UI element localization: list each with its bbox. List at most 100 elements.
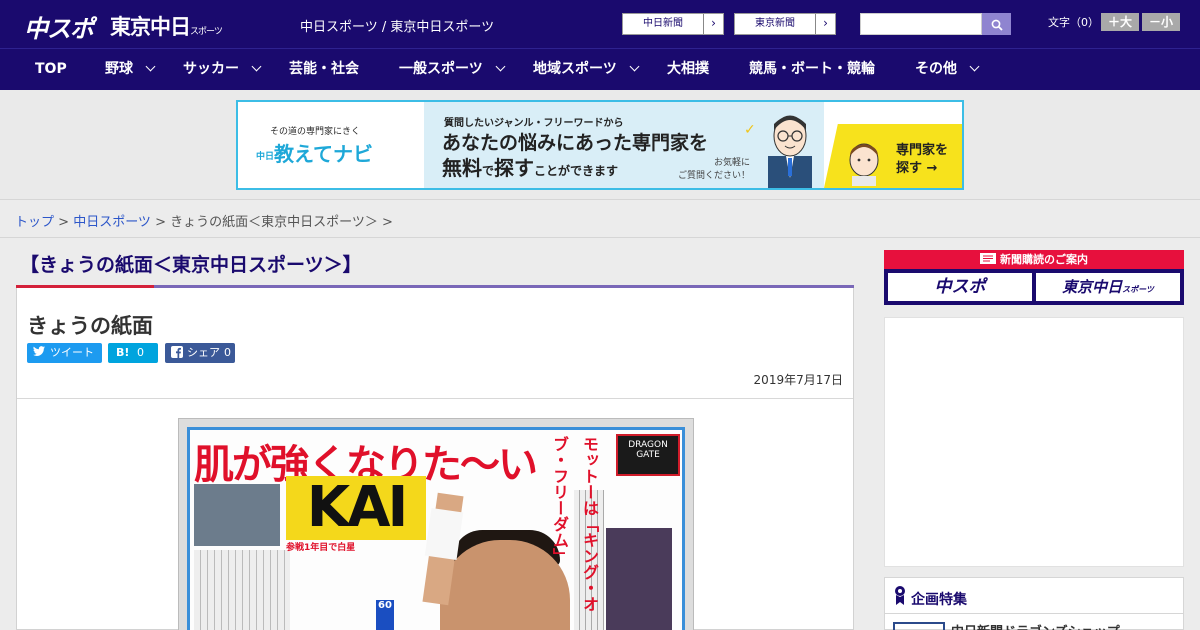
main-nav: TOP 野球 サッカー 芸能・社会 一般スポーツ 地域スポーツ 大相撲 競馬・ボ… xyxy=(0,48,1200,90)
font-size-label: 文字（0） xyxy=(1048,16,1099,29)
hatena-count: 0 xyxy=(137,346,144,359)
newspaper-photo-champion xyxy=(606,528,672,630)
ad-cta-text: 専門家を 探す → xyxy=(896,142,948,178)
article-divider xyxy=(17,398,853,399)
subscription-banner[interactable]: 新聞購読のご案内 中スポ 東京中日スポーツ xyxy=(884,250,1184,305)
feature-item-link[interactable]: 中日新聞ドラゴンズショップ xyxy=(951,621,1120,630)
chunichi-shimbun-button[interactable]: 中日新聞 › xyxy=(622,13,724,35)
site-header: 中スポ 東京中日スポーツ 中日スポーツ / 東京中日スポーツ 中日新聞 › 東京… xyxy=(0,0,1200,48)
chevron-right-icon: › xyxy=(703,14,723,34)
ad-line1: 質問したいジャンル・フリーワードから xyxy=(444,118,624,129)
search-input[interactable] xyxy=(860,13,982,35)
newspaper-sub: 参戦1年目で白星 xyxy=(286,543,356,553)
site-links[interactable]: 中日スポーツ / 東京中日スポーツ xyxy=(300,16,494,35)
breadcrumb-sep: > xyxy=(377,215,393,230)
tokyo-shimbun-button[interactable]: 東京新聞 › xyxy=(734,13,836,35)
share-label: シェア xyxy=(187,346,220,359)
font-larger-button[interactable]: ＋大 xyxy=(1101,13,1139,31)
chevron-down-icon xyxy=(969,61,980,72)
chevron-down-icon xyxy=(629,61,640,72)
chuspo-logo[interactable]: 中スポ xyxy=(24,9,94,44)
sub-btn-2-label: 東京中日 xyxy=(1062,278,1123,296)
nav-item-general-sports[interactable]: 一般スポーツ xyxy=(399,49,506,91)
nav-label: TOP xyxy=(35,61,67,77)
newspaper-front-page-image[interactable]: 肌が強くなりた〜い KAI 参戦1年目で白星 モットーは「キング・オブ・フリーダ… xyxy=(178,418,694,630)
nav-item-racing[interactable]: 競馬・ボート・競輪 xyxy=(749,49,875,91)
expert-illustration-icon xyxy=(768,115,812,188)
article-card: きょうの紙面 ツイート B! 0 シェア 0 2019年7月17日 肌が強くなり… xyxy=(16,288,854,630)
chevron-right-icon: › xyxy=(815,14,835,34)
ad-line2: あなたの悩みにあった専門家を xyxy=(442,132,709,154)
share-count: 0 xyxy=(224,346,231,359)
user-illustration-icon xyxy=(849,143,879,186)
chevron-down-icon xyxy=(145,61,156,72)
tweet-label: ツイート xyxy=(50,346,94,359)
ad-brand: 中日教えてナビ xyxy=(256,138,373,167)
subscription-label: 新聞購読のご案内 xyxy=(1000,253,1088,266)
ad-cta-line2: 探す → xyxy=(896,161,938,176)
ad-tagline: その道の専門家にきく xyxy=(270,127,361,137)
newspaper-photo-ring xyxy=(194,484,280,546)
newspaper-icon xyxy=(980,253,996,264)
feature-title: 企画特集 xyxy=(911,592,967,608)
nav-label: 芸能・社会 xyxy=(289,61,359,77)
nav-item-baseball[interactable]: 野球 xyxy=(105,49,156,91)
nav-label: 競馬・ボート・競輪 xyxy=(749,61,875,77)
check-icon: ✓ xyxy=(744,122,756,138)
chevron-down-icon xyxy=(495,61,506,72)
newspaper-body-text xyxy=(194,550,290,630)
sidebar-ad-slot xyxy=(884,317,1184,567)
nav-label: サッカー xyxy=(183,61,239,77)
chevron-down-icon xyxy=(251,61,262,72)
hatena-b-icon: B! xyxy=(116,346,130,359)
subscribe-chuspo-button[interactable]: 中スポ xyxy=(888,273,1032,301)
nav-label: 野球 xyxy=(105,61,133,77)
oshiete-navi-ad[interactable]: その道の専門家にきく 中日教えてナビ 質問したいジャンル・フリーワードから あな… xyxy=(236,100,964,190)
nav-item-local-sports[interactable]: 地域スポーツ xyxy=(533,49,640,91)
newspaper-name: KAI xyxy=(286,476,426,540)
facebook-share-button[interactable]: シェア 0 xyxy=(165,343,235,363)
nav-item-entertainment[interactable]: 芸能・社会 xyxy=(289,49,359,91)
article-title: きょうの紙面 xyxy=(27,314,153,338)
breadcrumb-current: きょうの紙面＜東京中日スポーツ＞ xyxy=(170,215,378,230)
search-button[interactable] xyxy=(982,13,1011,35)
nav-item-sumo[interactable]: 大相撲 xyxy=(667,49,709,91)
tokyo-chunichi-logo[interactable]: 東京中日スポーツ xyxy=(110,11,223,41)
ad-free: 無料 xyxy=(442,156,482,180)
nav-label: 一般スポーツ xyxy=(399,61,483,77)
breadcrumb-sep: > xyxy=(54,215,74,230)
ad-brand-name: 教えてナビ xyxy=(274,142,374,166)
tokyo-logo-text: 東京中日 xyxy=(110,15,191,39)
subscribe-tokyo-chunichi-button[interactable]: 東京中日スポーツ xyxy=(1036,273,1180,301)
nav-item-other[interactable]: その他 xyxy=(915,49,980,91)
tweet-button[interactable]: ツイート xyxy=(27,343,102,363)
page-heading: 【きょうの紙面＜東京中日スポーツ＞】 xyxy=(20,254,362,276)
breadcrumb-sep: > xyxy=(150,215,171,230)
nav-label: その他 xyxy=(915,61,957,77)
ad-brand-prefix: 中日 xyxy=(256,152,275,162)
feature-item-thumbnail[interactable] xyxy=(893,622,945,630)
ad-middle: 質問したいジャンル・フリーワードから あなたの悩みにあった専門家を 無料で探すこ… xyxy=(424,102,824,188)
ad-can: ことができます xyxy=(534,164,619,178)
feature-box: 企画特集 中日新聞ドラゴンズショップ xyxy=(884,577,1184,630)
nav-item-top[interactable]: TOP xyxy=(35,49,67,91)
ad-de: で xyxy=(482,164,495,178)
ad-search: 探す xyxy=(494,156,535,180)
nav-label: 大相撲 xyxy=(667,61,709,77)
search-icon xyxy=(991,19,1003,31)
ad-small-text: お気軽に ご質問ください！ xyxy=(678,158,751,181)
newspaper-vertical-headline: モットーは「キング・オブ・フリーダム」 xyxy=(550,436,599,612)
nav-item-soccer[interactable]: サッカー xyxy=(183,49,262,91)
chunichi-shimbun-label: 中日新聞 xyxy=(643,18,683,29)
dragon-gate-logo: DRAGON GATE xyxy=(616,434,680,476)
twitter-bird-icon xyxy=(33,343,45,363)
breadcrumb-top-link[interactable]: トップ xyxy=(15,215,54,230)
sub-btn-2-small: スポーツ xyxy=(1122,285,1154,294)
nav-label: 地域スポーツ xyxy=(533,61,617,77)
newspaper-page: 肌が強くなりた〜い KAI 参戦1年目で白星 モットーは「キング・オブ・フリーダ… xyxy=(187,427,685,630)
tokyo-shimbun-label: 東京新聞 xyxy=(755,18,795,29)
hatena-bookmark-button[interactable]: B! 0 xyxy=(108,343,158,363)
breadcrumb-chunichi-link[interactable]: 中日スポーツ xyxy=(73,215,151,230)
article-date: 2019年7月17日 xyxy=(753,373,843,387)
font-smaller-button[interactable]: －小 xyxy=(1142,13,1180,31)
